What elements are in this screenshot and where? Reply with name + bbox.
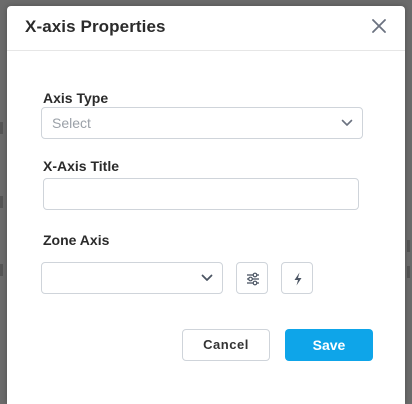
x-axis-title-input[interactable] bbox=[43, 178, 359, 210]
background-fragment bbox=[407, 240, 410, 252]
zone-axis-label: Zone Axis bbox=[43, 232, 110, 248]
axis-type-select[interactable]: Select bbox=[41, 107, 363, 139]
dialog-header: X-axis Properties bbox=[7, 6, 405, 51]
zone-axis-settings-button[interactable] bbox=[236, 262, 268, 294]
lightning-bolt-icon bbox=[294, 272, 302, 286]
background-fragment bbox=[0, 264, 3, 276]
save-button[interactable]: Save bbox=[285, 329, 373, 361]
axis-type-placeholder: Select bbox=[52, 115, 91, 131]
axis-type-label: Axis Type bbox=[43, 90, 109, 106]
background-fragment bbox=[0, 122, 3, 134]
cancel-button[interactable]: Cancel bbox=[182, 329, 270, 361]
zone-axis-select[interactable] bbox=[41, 262, 223, 294]
dialog-title: X-axis Properties bbox=[25, 17, 166, 36]
x-axis-properties-dialog: X-axis Properties Axis Type Select X-Axi… bbox=[7, 6, 405, 404]
chevron-down-icon bbox=[201, 274, 213, 281]
zone-axis-action-button[interactable] bbox=[281, 262, 313, 294]
sliders-icon bbox=[247, 272, 259, 286]
background-fragment bbox=[0, 196, 3, 208]
close-icon[interactable] bbox=[371, 18, 387, 34]
x-axis-title-label: X-Axis Title bbox=[43, 158, 119, 174]
background-fragment bbox=[407, 266, 410, 278]
chevron-down-icon bbox=[341, 119, 353, 126]
